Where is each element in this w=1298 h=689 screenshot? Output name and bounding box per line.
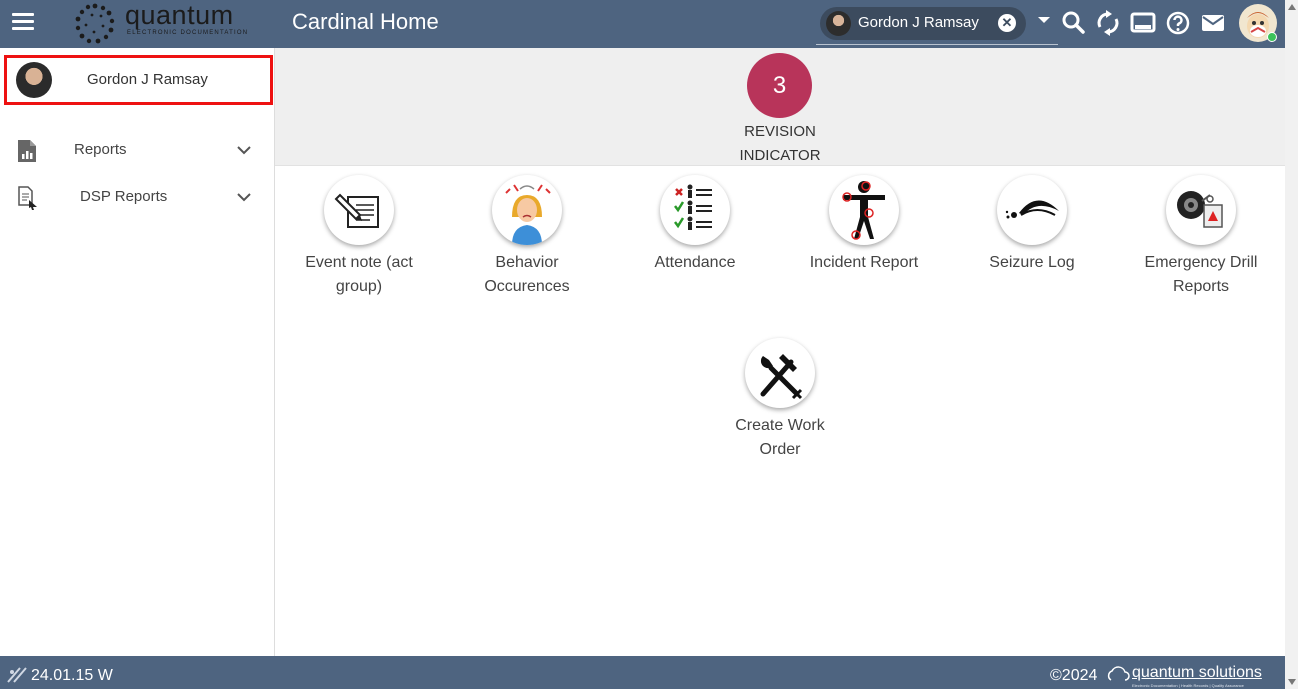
tile-label-line1: Behavior — [495, 254, 559, 271]
tile-label-line2: group) — [335, 278, 383, 295]
tile-event-note[interactable]: Event note (act group) — [274, 175, 444, 299]
tile-label-line1: Attendance — [654, 254, 736, 271]
chip-user-name: Gordon J Ramsay — [858, 14, 979, 31]
tile-incident-report[interactable]: Incident Report — [779, 175, 949, 275]
sidebar-item-reports[interactable]: Reports — [0, 130, 275, 170]
alarm-bell-icon — [1166, 175, 1236, 245]
version-icon — [7, 667, 27, 683]
logo-dots-icon — [75, 3, 115, 44]
cloud-logo-icon — [1107, 666, 1130, 681]
tile-label-line1: Create Work — [735, 417, 825, 434]
profile-name: Gordon J Ramsay — [87, 71, 208, 88]
user-chip[interactable]: Gordon J Ramsay ✕ — [820, 7, 1026, 40]
search-icon[interactable] — [1061, 10, 1087, 36]
tile-label-line1: Seizure Log — [989, 254, 1075, 271]
revision-banner: 3 REVISION INDICATOR — [275, 48, 1285, 166]
sidebar-item-label: Reports — [74, 141, 127, 158]
scrollbar[interactable] — [1285, 0, 1298, 689]
sync-icon[interactable] — [1095, 10, 1121, 36]
sidebar-item-dsp-reports[interactable]: DSP Reports — [0, 177, 275, 217]
main-content: 3 REVISION INDICATOR Event note (act gro… — [275, 48, 1285, 656]
version-label: 24.01.15 W — [31, 667, 113, 684]
mail-icon[interactable] — [1200, 10, 1226, 36]
display-icon[interactable] — [1130, 10, 1156, 36]
online-status-indicator — [1267, 32, 1277, 42]
tile-label: Behavior Occurences — [442, 251, 612, 299]
chevron-down-icon[interactable] — [236, 142, 252, 158]
tile-label: Attendance — [610, 251, 780, 275]
page-title: Cardinal Home — [292, 9, 439, 34]
tile-label: Create Work Order — [695, 414, 865, 462]
caret-down-icon[interactable] — [1036, 12, 1052, 28]
chevron-down-icon[interactable] — [236, 189, 252, 205]
note-pencil-icon — [324, 175, 394, 245]
logo-wordmark: quantum — [125, 0, 234, 30]
report-chart-icon — [18, 140, 36, 162]
tile-attendance[interactable]: Attendance — [610, 175, 780, 275]
help-icon[interactable] — [1165, 10, 1191, 36]
chip-underline — [816, 44, 1058, 45]
scroll-up-arrow[interactable] — [1288, 4, 1296, 10]
sidebar-profile[interactable]: Gordon J Ramsay — [4, 55, 273, 105]
profile-avatar — [16, 62, 52, 98]
brand-tagline: Electronic Documentation | Health Record… — [1132, 683, 1244, 688]
tile-label: Emergency Drill Reports — [1116, 251, 1286, 299]
tile-label: Seizure Log — [947, 251, 1117, 275]
menu-icon[interactable] — [12, 13, 34, 31]
tile-label-line1: Emergency Drill — [1144, 254, 1258, 271]
revision-indicator-label: REVISION INDICATOR — [705, 120, 855, 168]
quantum-logo[interactable]: quantum ELECTRONIC DOCUMENTATION — [72, 0, 252, 46]
revision-count-badge[interactable]: 3 — [747, 53, 812, 118]
logo-tagline: ELECTRONIC DOCUMENTATION — [127, 30, 249, 36]
seizure-icon — [997, 175, 1067, 245]
footer: 24.01.15 W ©2024 quantum solutions Elect… — [0, 656, 1285, 689]
tile-label-line1: Incident Report — [809, 254, 919, 271]
tile-label: Event note (act group) — [274, 251, 444, 299]
tile-seizure-log[interactable]: Seizure Log — [947, 175, 1117, 275]
injured-person-icon — [829, 175, 899, 245]
chip-avatar — [826, 11, 851, 36]
tile-emergency-drill-reports[interactable]: Emergency Drill Reports — [1116, 175, 1286, 299]
document-pointer-icon — [18, 186, 37, 210]
scroll-down-arrow[interactable] — [1288, 679, 1296, 685]
attendance-checklist-icon — [660, 175, 730, 245]
tile-label-line2: Order — [759, 441, 801, 458]
brand-link[interactable]: quantum solutions — [1132, 664, 1262, 682]
tile-label-line2: Reports — [1172, 278, 1230, 295]
sidebar-item-label: DSP Reports — [80, 188, 168, 205]
frustrated-woman-icon — [492, 175, 562, 245]
copyright-label: ©2024 — [1050, 667, 1098, 684]
sidebar: Gordon J Ramsay Reports DSP Reports — [0, 48, 275, 656]
chip-close-icon[interactable]: ✕ — [998, 14, 1016, 32]
tile-create-work-order[interactable]: Create Work Order — [695, 338, 865, 462]
tile-label: Incident Report — [779, 251, 949, 275]
tile-label-line2: Occurences — [484, 278, 570, 295]
hammer-wrench-icon — [745, 338, 815, 408]
top-bar: quantum ELECTRONIC DOCUMENTATION Cardina… — [0, 0, 1285, 48]
tile-behavior-occurences[interactable]: Behavior Occurences — [442, 175, 612, 299]
revision-label-line1: REVISION — [744, 123, 816, 140]
tile-label-line1: Event note (act — [305, 254, 413, 271]
revision-label-line2: INDICATOR — [739, 147, 821, 164]
